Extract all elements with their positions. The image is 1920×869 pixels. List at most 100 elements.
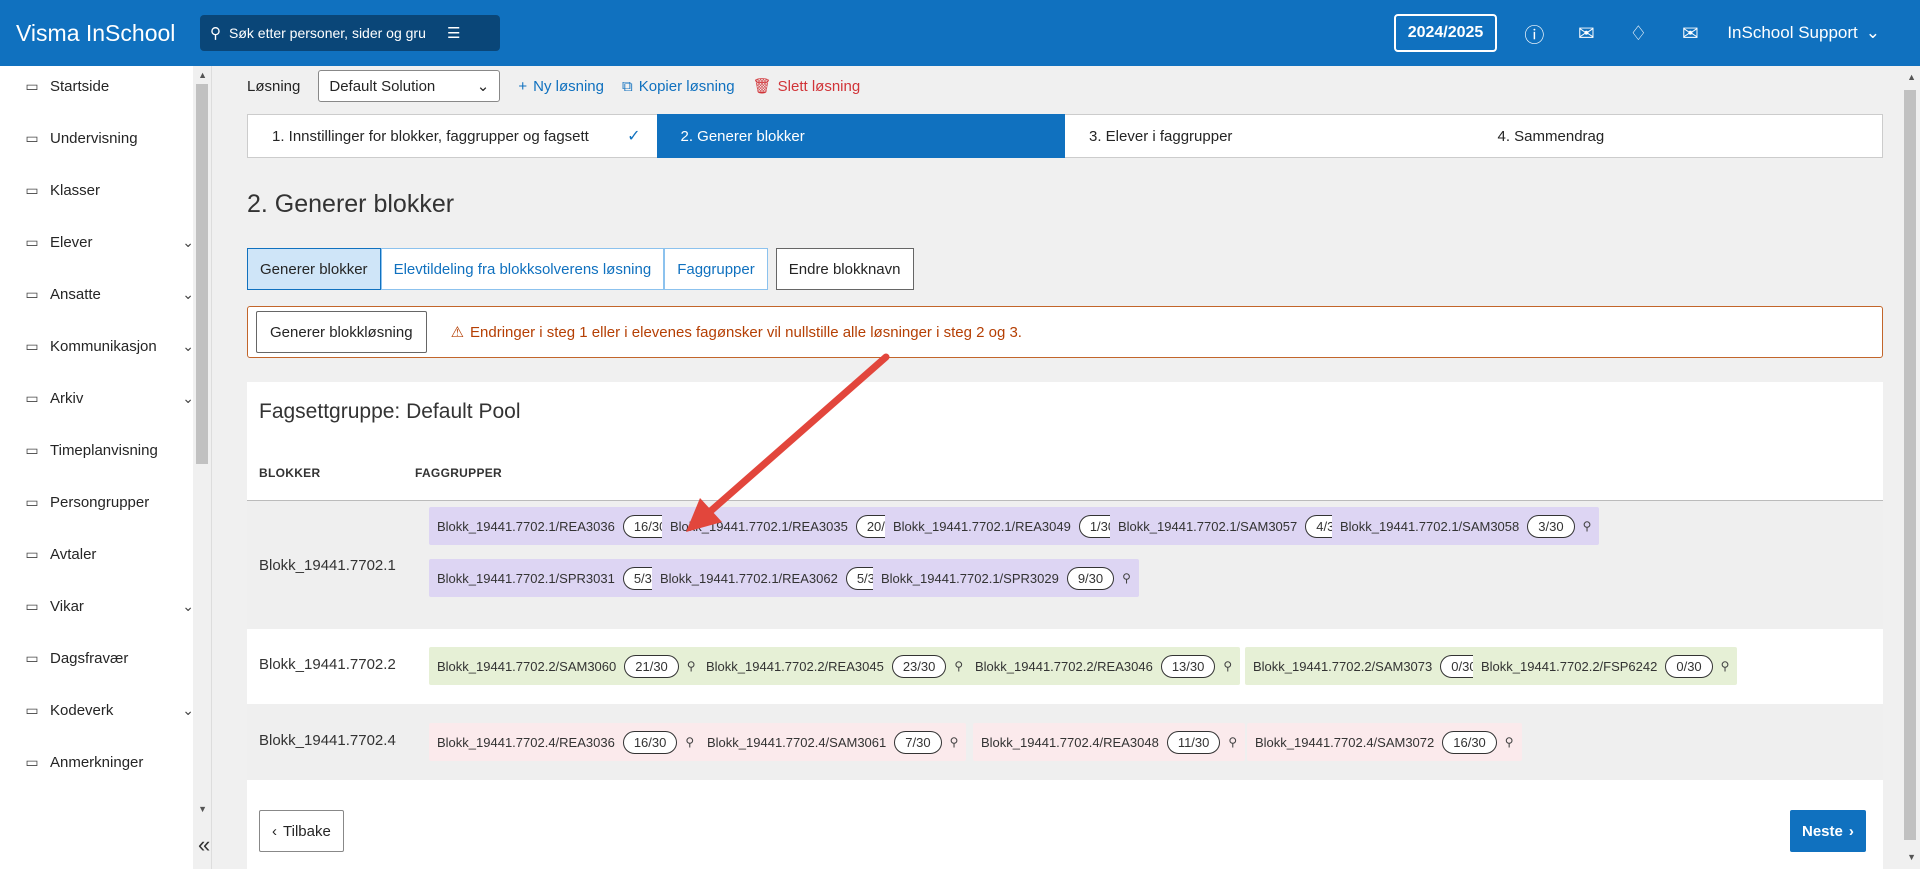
next-button[interactable]: Neste › bbox=[1790, 810, 1866, 852]
copy-solution-link[interactable]: ⧉ Kopier løsning bbox=[622, 78, 735, 95]
search-box[interactable]: ⚲ ☰ bbox=[200, 15, 500, 51]
pin-icon[interactable]: ⚲ bbox=[1228, 735, 1237, 749]
pin-icon[interactable]: ⚲ bbox=[954, 659, 963, 673]
sidebar-item-dagsfravær[interactable]: ▭ Dagsfravær bbox=[24, 638, 194, 678]
subject-group-chip[interactable]: Blokk_19441.7702.2/REA3046 13/30 ⚲ bbox=[967, 647, 1241, 685]
sidebar-item-label: Undervisning bbox=[50, 129, 138, 147]
sidebar-item-kodeverk[interactable]: ▭ Kodeverk ⌄ bbox=[24, 690, 194, 730]
new-solution-label: Ny løsning bbox=[533, 77, 604, 95]
subject-group-chip[interactable]: Blokk_19441.7702.1/SAM3058 3/30 ⚲ bbox=[1332, 507, 1600, 545]
tab-bar: Generer blokker Elevtildeling fra blokks… bbox=[247, 248, 914, 290]
sync-icon: ▭ bbox=[25, 597, 39, 614]
pin-icon[interactable]: ⚲ bbox=[1122, 571, 1131, 585]
school-year-button[interactable]: 2024/2025 bbox=[1393, 14, 1498, 52]
subject-group-chip[interactable]: Blokk_19441.7702.4/SAM3072 16/30 ⚲ bbox=[1247, 723, 1522, 761]
sidebar-item-label: Anmerkninger bbox=[50, 753, 144, 771]
delete-solution-link[interactable]: 🗑 Slett løsning bbox=[753, 77, 861, 96]
scroll-up-icon[interactable]: ▲ bbox=[198, 70, 207, 80]
pin-icon[interactable]: ⚲ bbox=[685, 735, 694, 749]
bell-icon[interactable]: ♢ bbox=[1623, 18, 1653, 48]
subject-group-chip[interactable]: Blokk_19441.7702.4/REA3048 11/30 ⚲ bbox=[973, 723, 1246, 761]
subject-group-chip[interactable]: Blokk_19441.7702.2/SAM3060 21/30 ⚲ bbox=[429, 647, 704, 685]
student-count-badge: 16/30 bbox=[622, 730, 678, 754]
app-brand[interactable]: Visma InSchool bbox=[16, 20, 186, 47]
subject-group-chip[interactable]: Blokk_19441.7702.2/REA3045 23/30 ⚲ bbox=[698, 647, 972, 685]
tab-faggrupper[interactable]: Faggrupper bbox=[664, 248, 768, 290]
sidebar-item-elever[interactable]: ▭ Elever ⌄ bbox=[24, 222, 194, 262]
step-2-label: 2. Generer blokker bbox=[680, 127, 805, 145]
wizard-stepper: 1. Innstillinger for blokker, faggrupper… bbox=[247, 114, 1883, 158]
tab-elevtildeling[interactable]: Elevtildeling fra blokksolverens løsning bbox=[380, 248, 665, 290]
person-icon: ▭ bbox=[25, 649, 39, 666]
sidebar-item-startside[interactable]: ▭ Startside bbox=[24, 66, 194, 106]
subject-group-chip[interactable]: Blokk_19441.7702.2/FSP6242 0/30 ⚲ bbox=[1473, 647, 1738, 685]
sidebar-item-vikar[interactable]: ▭ Vikar ⌄ bbox=[24, 586, 194, 626]
pool-card: Fagsettgruppe: Default Pool BLOKKER FAGG… bbox=[247, 382, 1883, 869]
solution-select[interactable]: Default Solution ⌄ bbox=[318, 70, 501, 102]
subject-group-chip[interactable]: Blokk_19441.7702.1/SPR3029 9/30 ⚲ bbox=[873, 559, 1139, 597]
subject-group-name: Blokk_19441.7702.2/SAM3073 bbox=[1253, 658, 1433, 674]
pin-icon[interactable]: ⚲ bbox=[1223, 659, 1232, 673]
sidebar-item-undervisning[interactable]: ▭ Undervisning bbox=[24, 118, 194, 158]
collapse-sidebar-icon[interactable]: « bbox=[198, 832, 210, 858]
student-count-badge: 11/30 bbox=[1166, 730, 1221, 754]
subject-group-chip[interactable]: Blokk_19441.7702.4/SAM3061 7/30 ⚲ bbox=[699, 723, 967, 761]
page-scrollbar[interactable]: ▲ ▼ bbox=[1900, 66, 1920, 869]
chevron-right-icon: › bbox=[1848, 822, 1854, 840]
sidebar-item-label: Vikar bbox=[50, 597, 84, 615]
card-title: Fagsettgruppe: Default Pool bbox=[259, 400, 521, 423]
filter-icon[interactable]: ☰ bbox=[447, 24, 460, 42]
step-2[interactable]: 2. Generer blokker bbox=[656, 114, 1065, 158]
pin-icon[interactable]: ⚲ bbox=[1721, 659, 1730, 673]
sidebar-item-klasser[interactable]: ▭ Klasser bbox=[24, 170, 194, 210]
sidebar-item-arkiv[interactable]: ▭ Arkiv ⌄ bbox=[24, 378, 194, 418]
search-input[interactable] bbox=[229, 25, 439, 41]
tab-generer-blokker[interactable]: Generer blokker bbox=[247, 248, 381, 290]
pin-icon[interactable]: ⚲ bbox=[687, 659, 696, 673]
sidebar-item-label: Elever bbox=[50, 233, 93, 251]
step-3[interactable]: 3. Elever i faggrupper bbox=[1065, 114, 1474, 158]
block-row: Blokk_19441.7702.4 Blokk_19441.7702.4/REA… bbox=[247, 704, 1883, 780]
scroll-down-icon[interactable]: ▼ bbox=[198, 804, 207, 814]
book-icon: ▭ bbox=[25, 129, 39, 146]
pin-icon[interactable]: ⚲ bbox=[1505, 735, 1514, 749]
info-icon[interactable]: ⓘ bbox=[1519, 18, 1549, 48]
sms-icon[interactable]: ✉ bbox=[1571, 18, 1601, 48]
sidebar-item-timeplanvisning[interactable]: ▭ Timeplanvisning bbox=[24, 430, 194, 470]
student-count-badge: 7/30 bbox=[894, 730, 942, 754]
sidebar-item-kommunikasjon[interactable]: ▭ Kommunikasjon ⌄ bbox=[24, 326, 194, 366]
sidebar-item-anmerkninger[interactable]: ▭ Anmerkninger bbox=[24, 742, 194, 782]
rename-blocks-button[interactable]: Endre blokknavn bbox=[775, 248, 914, 290]
new-solution-link[interactable]: + Ny løsning bbox=[518, 78, 604, 95]
student-count-badge: 9/30 bbox=[1066, 566, 1115, 590]
mail-icon[interactable]: ✉ bbox=[1675, 18, 1705, 48]
user-menu[interactable]: InSchool Support ⌄ bbox=[1727, 23, 1880, 43]
block-row: Blokk_19441.7702.2 Blokk_19441.7702.2/SAM… bbox=[247, 629, 1883, 704]
scroll-down-icon[interactable]: ▼ bbox=[1907, 852, 1916, 862]
pin-icon[interactable]: ⚲ bbox=[950, 735, 959, 749]
generate-solution-button[interactable]: Generer blokkløsning bbox=[256, 311, 427, 353]
calendar-icon: ▭ bbox=[25, 441, 39, 458]
sidebar-item-avtaler[interactable]: ▭ Avtaler bbox=[24, 534, 194, 574]
chevron-left-icon: ‹ bbox=[272, 822, 277, 840]
sidebar-scroll-thumb[interactable] bbox=[196, 84, 208, 464]
warning-icon: ⚠ bbox=[450, 324, 465, 341]
page-scroll-thumb[interactable] bbox=[1904, 90, 1916, 840]
scroll-up-icon[interactable]: ▲ bbox=[1907, 72, 1916, 82]
column-header-groups: FAGGRUPPER bbox=[415, 466, 503, 480]
step-1[interactable]: 1. Innstillinger for blokker, faggrupper… bbox=[247, 114, 657, 158]
subject-group-chip[interactable]: Blokk_19441.7702.4/REA3036 16/30 ⚲ bbox=[429, 723, 703, 761]
back-button[interactable]: ‹ Tilbake bbox=[259, 810, 344, 852]
sidebar-item-ansatte[interactable]: ▭ Ansatte ⌄ bbox=[24, 274, 194, 314]
pin-icon[interactable]: ⚲ bbox=[1583, 519, 1592, 533]
block-name: Blokk_19441.7702.2 bbox=[259, 656, 396, 673]
sidebar-item-label: Klasser bbox=[50, 181, 101, 199]
column-header-blocks: BLOKKER bbox=[259, 466, 321, 480]
top-bar: Visma InSchool ⚲ ☰ 2024/2025 ⓘ ✉ ♢ ✉ InS… bbox=[0, 0, 1920, 66]
chevron-down-icon: ⌄ bbox=[1865, 23, 1880, 42]
step-4[interactable]: 4. Sammendrag bbox=[1473, 114, 1883, 158]
sidebar-item-persongrupper[interactable]: ▭ Persongrupper bbox=[24, 482, 194, 522]
step-1-label: 1. Innstillinger for blokker, faggrupper… bbox=[272, 127, 589, 145]
copy-icon: ⧉ bbox=[622, 77, 633, 95]
sidebar-scrollbar[interactable]: ▲ ▼ bbox=[193, 66, 211, 869]
